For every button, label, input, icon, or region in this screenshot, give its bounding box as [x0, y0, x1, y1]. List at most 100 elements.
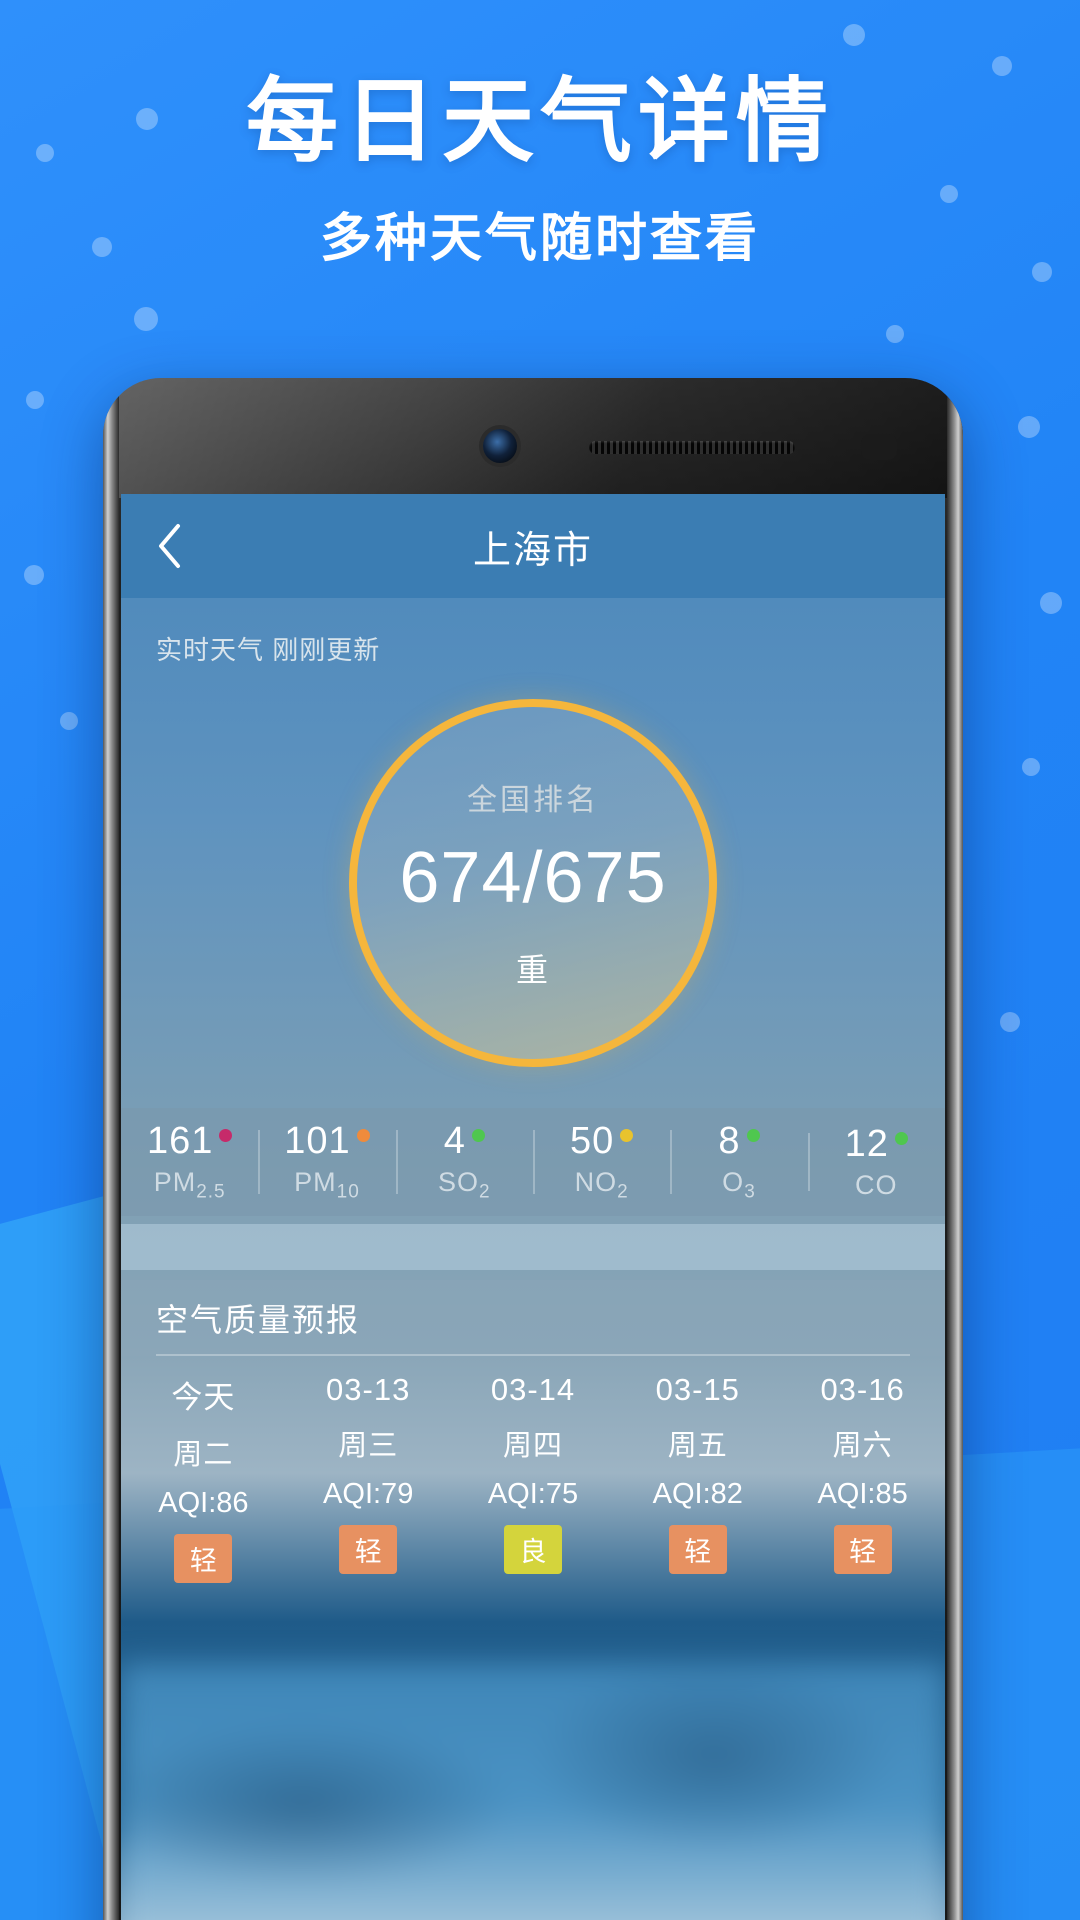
- pollutant-row: 161 PM2.5 101 PM10 4 SO2 50 NO2 8 O3 12 CO: [121, 1108, 945, 1216]
- forecast-date: 03-14: [490, 1372, 576, 1407]
- pollutant-value: 50: [570, 1120, 634, 1163]
- pollutant-value: 12: [845, 1123, 908, 1166]
- pollutant-name-text: CO: [855, 1170, 898, 1200]
- forecast-weekday: 周四: [502, 1430, 563, 1462]
- forecast-aqi: AQI:82: [652, 1478, 743, 1510]
- forecast-level-tag: 轻: [833, 1525, 892, 1574]
- decorative-dot: [134, 307, 158, 331]
- pollutant-name-subscript: 3: [744, 1181, 756, 1203]
- pollutant-name-text: O: [722, 1167, 745, 1198]
- pollutant-value: 161: [146, 1120, 233, 1163]
- pollutant-name-text: NO: [574, 1167, 618, 1198]
- national-rank-ring[interactable]: 全国排名 674/675 重: [349, 699, 717, 1067]
- pollutant-status-dot: [471, 1129, 485, 1143]
- decorative-dot: [24, 565, 44, 585]
- decorative-dot: [1040, 592, 1062, 614]
- forecast-header: 空气质量预报: [121, 1280, 945, 1356]
- rank-level-badge: 重: [515, 952, 550, 988]
- pollutant-name-subscript: 2: [617, 1181, 629, 1203]
- pollutant-cell[interactable]: 161 PM2.5: [121, 1120, 258, 1203]
- pollutant-name: NO2: [533, 1167, 670, 1203]
- forecast-aqi: AQI:79: [323, 1478, 414, 1510]
- forecast-day-column[interactable]: 03-16 周六 AQI:85 轻: [780, 1372, 945, 1574]
- forecast-day-column[interactable]: 03-13 周三 AQI:79 轻: [286, 1372, 451, 1574]
- forecast-date: 03-16: [820, 1372, 905, 1407]
- pollutant-name: PM2.5: [121, 1167, 258, 1203]
- pollutant-status-dot: [620, 1129, 634, 1143]
- pollutant-value-text: 4: [443, 1120, 466, 1163]
- forecast-tag-wrap: 轻: [121, 1520, 286, 1583]
- pollutant-name: PM10: [258, 1167, 395, 1203]
- pollutant-value: 4: [444, 1120, 485, 1163]
- realtime-status: 实时天气 刚刚更新: [156, 635, 381, 665]
- forecast-tag-wrap: 轻: [615, 1511, 780, 1574]
- app-navigation-bar: 上海市: [121, 494, 945, 598]
- decorative-dot: [1000, 1012, 1020, 1032]
- forecast-date: 今天: [171, 1380, 236, 1415]
- pollutant-value: 101: [284, 1120, 370, 1163]
- pollutant-name-subscript: 2: [479, 1181, 491, 1203]
- pollutant-name-subscript: 2.5: [196, 1181, 226, 1203]
- decorative-dot: [992, 56, 1012, 76]
- pollutant-status-dot: [356, 1129, 370, 1143]
- forecast-date: 03-15: [655, 1372, 740, 1407]
- pollutant-name: SO2: [396, 1167, 533, 1203]
- decorative-dot: [886, 325, 904, 343]
- decorative-dot: [1022, 758, 1040, 776]
- pollutant-value-text: 12: [844, 1123, 889, 1165]
- forecast-weekday: 周二: [173, 1439, 234, 1471]
- forecast-day-column[interactable]: 今天周二 AQI:86 轻: [121, 1372, 286, 1583]
- proximity-sensor-icon: [861, 434, 897, 460]
- decorative-dot: [60, 712, 78, 730]
- forecast-level-tag: 轻: [339, 1525, 398, 1574]
- forecast-tag-wrap: 轻: [780, 1511, 945, 1574]
- forecast-level-tag: 轻: [174, 1534, 233, 1583]
- pollutant-cell[interactable]: 4 SO2: [395, 1120, 533, 1203]
- forecast-tag-wrap: 轻: [286, 1511, 451, 1574]
- forecast-weekday: 周五: [667, 1430, 728, 1462]
- forecast-day-column[interactable]: 03-15 周五 AQI:82 轻: [615, 1372, 780, 1574]
- forecast-aqi: AQI:86: [158, 1487, 249, 1519]
- screen-background-blur: [121, 1664, 945, 1920]
- phone-side-right: [947, 378, 963, 1920]
- pollutant-cell[interactable]: 8 O3: [670, 1120, 807, 1203]
- forecast-level-tag: 轻: [668, 1525, 727, 1574]
- pollutant-name: O3: [670, 1167, 807, 1203]
- bezel-highlight: [103, 378, 963, 498]
- pollutant-status-dot: [746, 1129, 760, 1143]
- promo-subtitle: 多种天气随时查看: [319, 210, 760, 268]
- phone-mockup: 上海市 实时天气 刚刚更新 全国排名 674/675 重 161 PM2.5 101…: [103, 378, 963, 1920]
- decorative-dot: [26, 391, 44, 409]
- forecast-aqi: AQI:75: [487, 1478, 579, 1510]
- pollutant-name-text: SO: [438, 1167, 480, 1198]
- rank-value: 674/675: [399, 838, 667, 918]
- forecast-aqi: AQI:85: [817, 1478, 908, 1510]
- decorative-dot: [1018, 416, 1040, 438]
- pollutant-value-text: 101: [284, 1120, 351, 1163]
- page-title: 上海市: [472, 529, 593, 572]
- pollutant-value-text: 161: [146, 1120, 214, 1163]
- pollutant-name-text: PM: [294, 1167, 337, 1198]
- pollutant-name-subscript: 10: [336, 1181, 360, 1203]
- forecast-weekday: 周三: [338, 1430, 399, 1462]
- forecast-row: 今天 周二 AQI:86 轻 03-13 周三 AQI:79 轻 03-14 周四 AQI:75 良 0…: [121, 1356, 945, 1583]
- promo-title: 每日天气详情: [245, 71, 834, 173]
- pollutant-cell[interactable]: 50 NO2: [532, 1120, 670, 1203]
- pollutant-cell[interactable]: 12 CO: [807, 1123, 945, 1201]
- decorative-dot: [843, 24, 865, 46]
- forecast-level-tag: 良: [503, 1525, 562, 1574]
- pollutant-value-text: 8: [718, 1120, 741, 1163]
- section-divider-band: [121, 1224, 945, 1270]
- forecast-date: 03-13: [326, 1372, 411, 1407]
- pollutant-name: CO: [808, 1170, 945, 1201]
- pollutant-cell[interactable]: 101 PM10: [258, 1120, 395, 1203]
- app-screen: 上海市 实时天气 刚刚更新 全国排名 674/675 重 161 PM2.5 101…: [121, 494, 945, 1920]
- phone-side-left: [103, 378, 119, 1920]
- forecast-weekday: 周六: [832, 1430, 893, 1462]
- forecast-day-column[interactable]: 03-14 周四 AQI:75 良: [451, 1372, 616, 1574]
- forecast-heading: 空气质量预报: [156, 1302, 361, 1338]
- front-camera-icon: [483, 429, 517, 463]
- pollutant-name-text: PM: [153, 1167, 197, 1198]
- pollutant-value-text: 50: [570, 1120, 615, 1163]
- rank-label: 全国排名: [467, 784, 599, 817]
